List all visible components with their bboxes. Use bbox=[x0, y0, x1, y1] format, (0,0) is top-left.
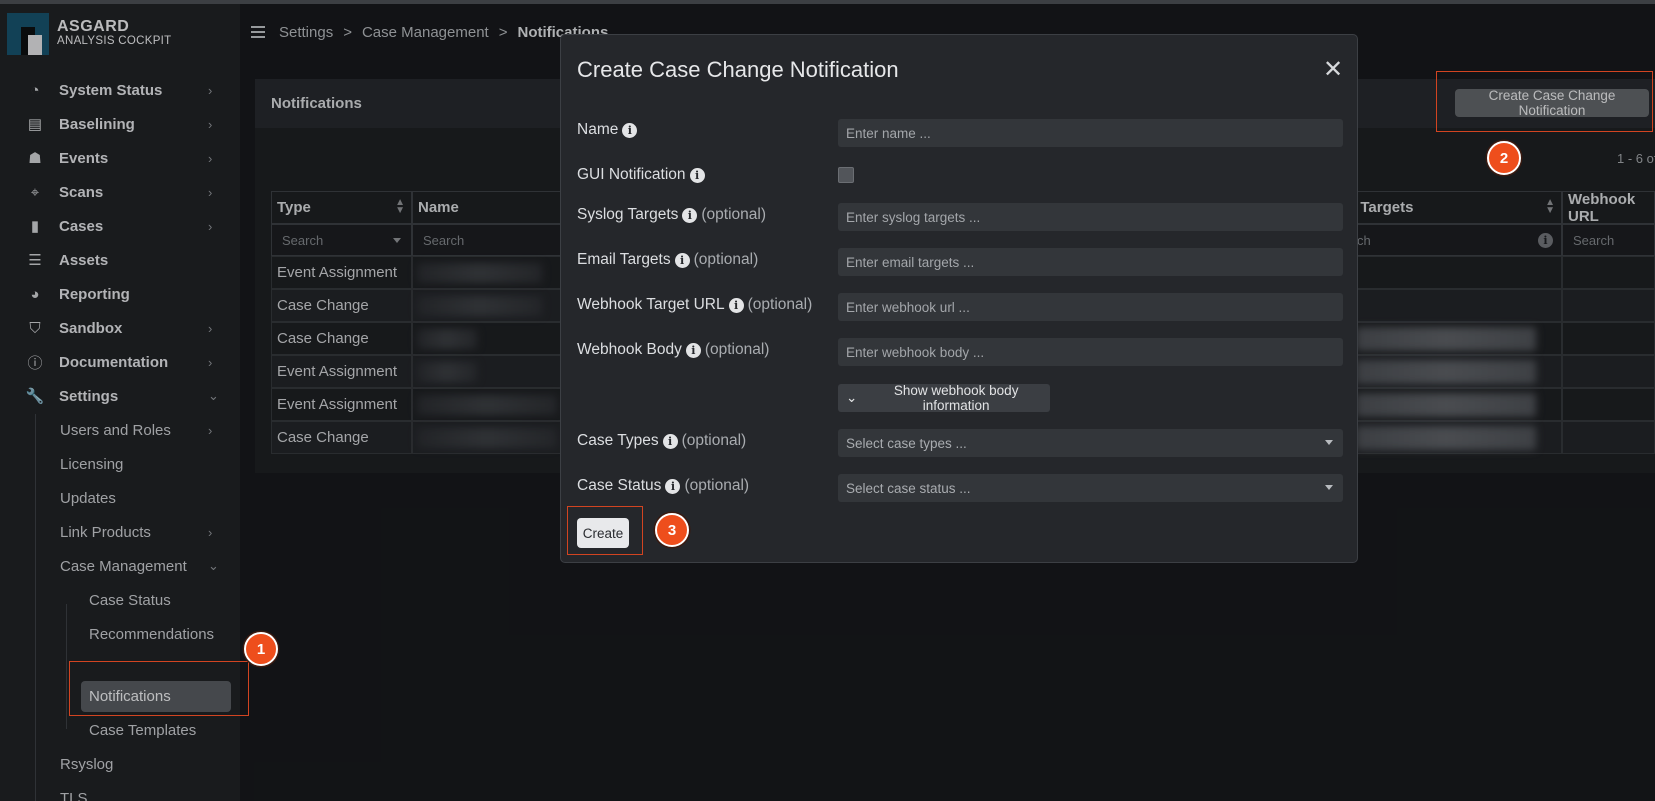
info-icon[interactable]: i bbox=[674, 252, 690, 268]
info-icon[interactable]: i bbox=[662, 433, 678, 449]
email-targets-label: Email Targets i (optional) bbox=[577, 251, 758, 269]
field-label: Syslog Targets bbox=[577, 206, 679, 223]
field-label: Name bbox=[577, 121, 619, 138]
gui-notification-checkbox[interactable] bbox=[838, 167, 854, 183]
case-types-label: Case Types i (optional) bbox=[577, 432, 746, 450]
name-field[interactable] bbox=[838, 119, 1343, 147]
case-status-label: Case Status i (optional) bbox=[577, 477, 749, 495]
case-types-select[interactable]: Select case types ... bbox=[838, 429, 1343, 457]
info-icon[interactable]: i bbox=[682, 207, 698, 223]
webhook-url-label: Webhook Target URL i (optional) bbox=[577, 296, 812, 314]
annotation-badge-3: 3 bbox=[655, 513, 689, 547]
optional-tag: (optional) bbox=[681, 432, 747, 449]
webhook-url-field[interactable] bbox=[838, 293, 1343, 321]
field-label: Case Types bbox=[577, 432, 659, 449]
email-targets-field[interactable] bbox=[838, 248, 1343, 276]
annotation-highlight-create bbox=[567, 506, 643, 555]
show-webhook-info-button[interactable]: ⌄ Show webhook body information bbox=[838, 383, 1050, 413]
field-label: Email Targets bbox=[577, 251, 671, 268]
info-icon[interactable]: i bbox=[728, 297, 744, 313]
info-icon[interactable]: i bbox=[689, 167, 705, 183]
close-icon[interactable]: ✕ bbox=[1323, 55, 1343, 84]
case-status-select[interactable]: Select case status ... bbox=[838, 474, 1343, 502]
caret-down-icon bbox=[1325, 485, 1333, 490]
syslog-targets-field[interactable] bbox=[838, 203, 1343, 231]
optional-tag: (optional) bbox=[684, 477, 750, 494]
optional-tag: (optional) bbox=[693, 251, 759, 268]
optional-tag: (optional) bbox=[747, 296, 813, 313]
create-notification-dialog: Create Case Change Notification ✕ Name i… bbox=[560, 34, 1358, 563]
info-icon[interactable]: i bbox=[685, 342, 701, 358]
field-label: Webhook Body bbox=[577, 341, 682, 358]
optional-tag: (optional) bbox=[704, 341, 770, 358]
annotation-badge-2: 2 bbox=[1487, 141, 1521, 175]
select-placeholder: Select case status ... bbox=[846, 480, 971, 496]
field-label: Case Status bbox=[577, 477, 662, 494]
name-label: Name i bbox=[577, 121, 638, 139]
gui-notification-label: GUI Notification i bbox=[577, 166, 705, 184]
annotation-badge-1: 1 bbox=[244, 632, 278, 666]
select-placeholder: Select case types ... bbox=[846, 435, 967, 451]
info-icon[interactable]: i bbox=[665, 478, 681, 494]
webhook-body-label: Webhook Body i (optional) bbox=[577, 341, 769, 359]
syslog-targets-label: Syslog Targets i (optional) bbox=[577, 206, 766, 224]
info-icon[interactable]: i bbox=[622, 122, 638, 138]
dialog-title: Create Case Change Notification bbox=[577, 57, 899, 82]
webhook-body-field[interactable] bbox=[838, 338, 1343, 366]
field-label: Webhook Target URL bbox=[577, 296, 725, 313]
field-label: GUI Notification bbox=[577, 166, 686, 183]
caret-down-icon bbox=[1325, 440, 1333, 445]
optional-tag: (optional) bbox=[701, 206, 767, 223]
chevron-down-icon: ⌄ bbox=[846, 390, 858, 405]
annotation-highlight-notifications bbox=[69, 661, 249, 716]
annotation-highlight-create-button bbox=[1436, 71, 1653, 132]
button-label: Show webhook body information bbox=[893, 383, 1019, 413]
